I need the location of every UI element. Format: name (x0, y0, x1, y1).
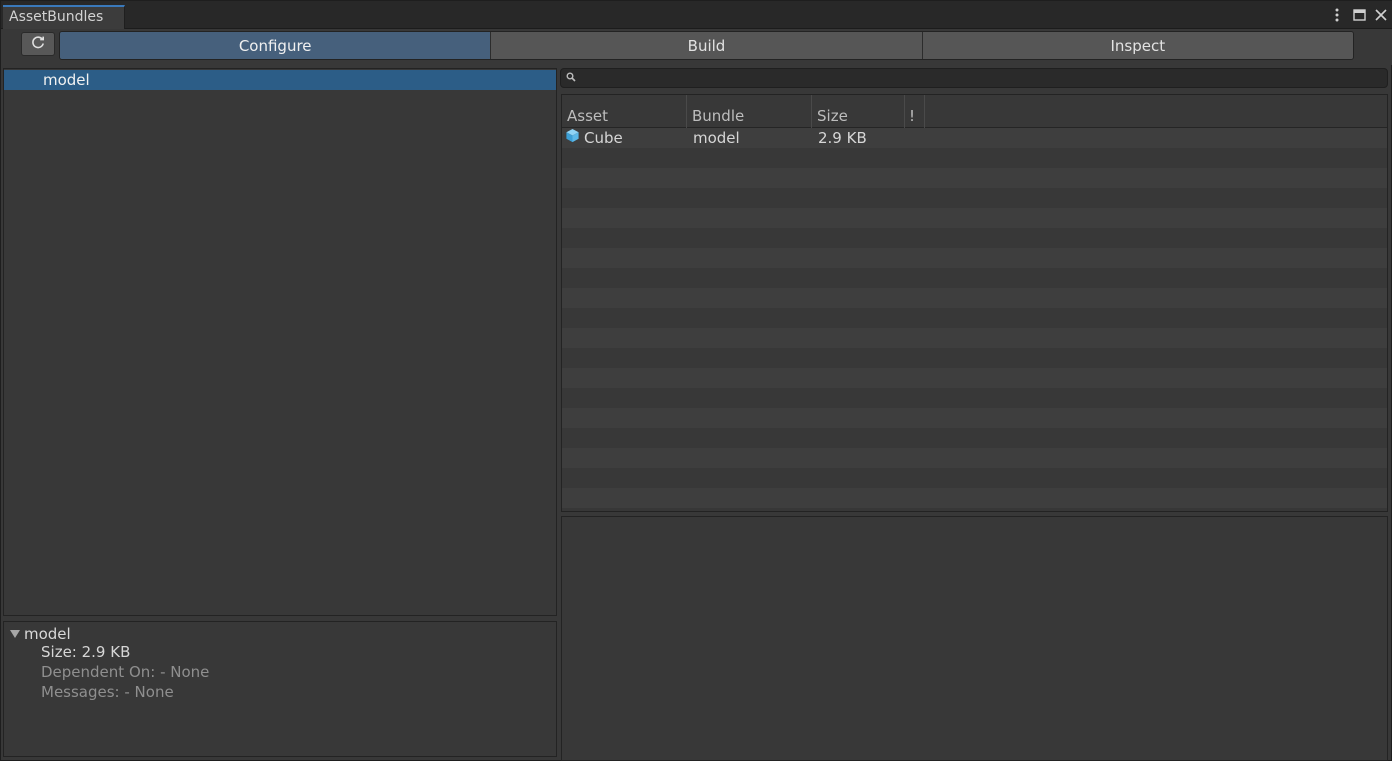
toolbar: Configure Build Inspect (1, 29, 1392, 65)
table-row-empty (562, 388, 1387, 408)
asset-cell: Cube (565, 128, 623, 148)
assetbundles-window: AssetBundles Configure Build Inspect mod… (0, 0, 1392, 761)
column-header-asset[interactable]: Asset (562, 95, 687, 128)
size-cell: 2.9 KB (818, 129, 867, 147)
refresh-button[interactable] (21, 32, 55, 56)
column-header-bundle[interactable]: Bundle (687, 95, 812, 128)
close-icon[interactable] (1373, 6, 1389, 24)
table-row-empty (562, 308, 1387, 328)
asset-table: Asset Bundle Size ! Cube model 2.9 KB (561, 94, 1388, 512)
table-row[interactable]: Cube model 2.9 KB (562, 128, 1387, 148)
asset-name: Cube (584, 129, 623, 147)
table-row-empty (562, 488, 1387, 508)
table-row-empty (562, 428, 1387, 448)
table-row-empty (562, 188, 1387, 208)
triangle-down-icon (10, 630, 20, 638)
search-input[interactable] (576, 70, 1387, 86)
cube-icon (565, 128, 580, 148)
table-row-empty (562, 368, 1387, 388)
refresh-icon (30, 34, 46, 54)
table-row-empty (562, 468, 1387, 488)
bundle-list-pane: model (3, 68, 557, 616)
bundle-cell: model (693, 129, 740, 147)
table-row-empty (562, 228, 1387, 248)
bundle-dependencies-text: Dependent On: - None (41, 663, 210, 681)
table-row-empty (562, 168, 1387, 188)
table-row-empty (562, 348, 1387, 368)
table-row-empty (562, 208, 1387, 228)
tab-build[interactable]: Build (491, 32, 923, 59)
table-row-empty (562, 148, 1387, 168)
window-tab[interactable]: AssetBundles (3, 5, 125, 29)
table-row-empty (562, 408, 1387, 428)
table-row-empty (562, 448, 1387, 468)
tab-inspect[interactable]: Inspect (922, 32, 1353, 59)
kebab-menu-icon[interactable] (1329, 6, 1345, 24)
tab-configure[interactable]: Configure (60, 32, 492, 59)
table-row-empty (562, 248, 1387, 268)
bundle-item-model[interactable]: model (4, 70, 556, 90)
column-header-warning[interactable]: ! (905, 95, 925, 128)
search-field[interactable] (560, 68, 1388, 88)
bundle-details-title: model (24, 625, 71, 643)
mode-tab-bar: Configure Build Inspect (59, 31, 1354, 60)
maximize-icon[interactable] (1351, 6, 1367, 24)
column-header-size[interactable]: Size (812, 95, 905, 128)
bundle-messages-text: Messages: - None (41, 683, 174, 701)
table-header: Asset Bundle Size ! (562, 95, 1387, 128)
table-row-empty (562, 328, 1387, 348)
window-tab-strip: AssetBundles (1, 1, 1392, 29)
table-row-empty (562, 268, 1387, 288)
bundle-details-pane: model Size: 2.9 KB Dependent On: - None … (3, 621, 557, 757)
bundle-size-text: Size: 2.9 KB (41, 643, 131, 661)
asset-details-pane (561, 516, 1388, 761)
table-row-empty (562, 288, 1387, 308)
window-controls (1329, 6, 1389, 24)
bundle-details-foldout[interactable]: model (10, 624, 71, 644)
search-icon (566, 70, 576, 86)
